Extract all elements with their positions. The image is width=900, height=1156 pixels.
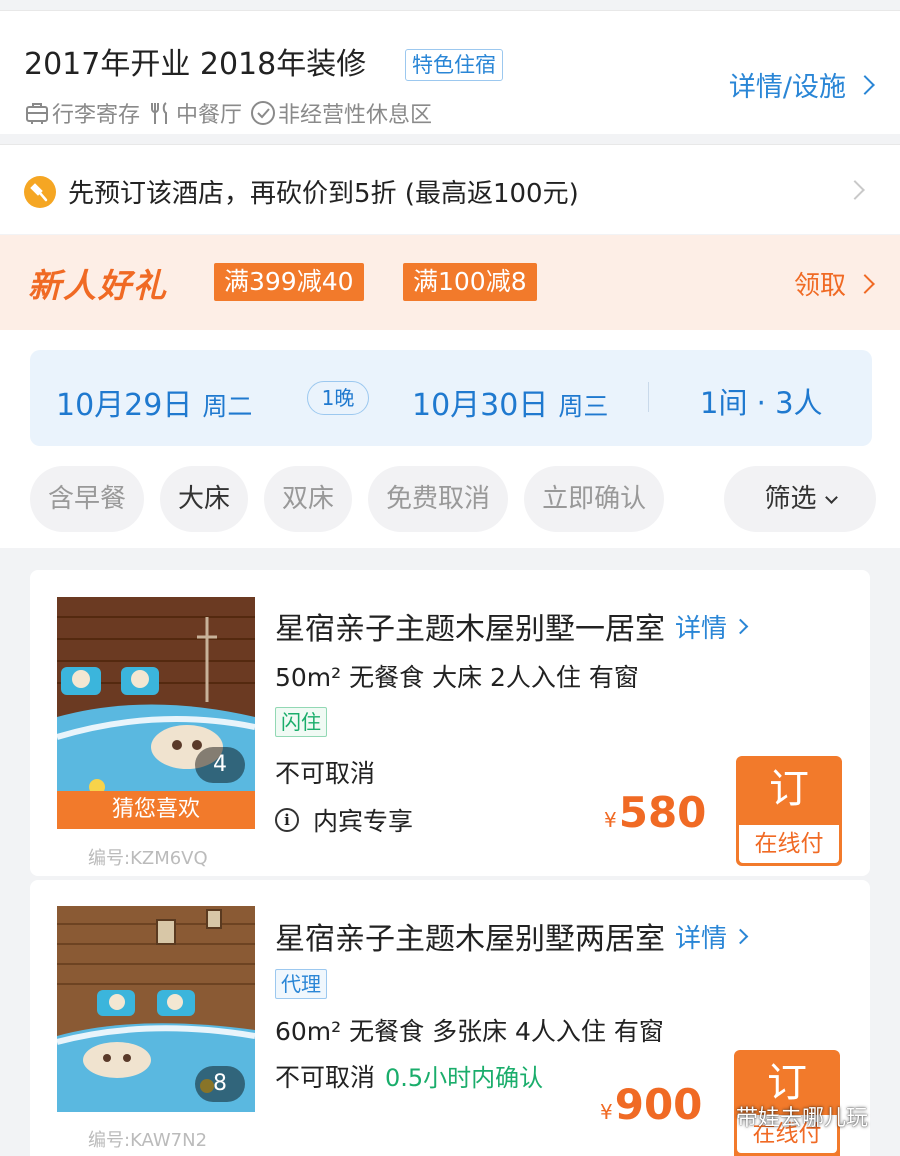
chevron-right-icon [732,618,749,634]
room-price: ¥900 [600,1080,702,1129]
cancel-policy-label: 不可取消 [275,1063,376,1092]
room-detail-label: 详情 [675,923,728,954]
chip-instant-confirm[interactable]: 立即确认 [524,466,665,532]
chip-breakfast[interactable]: 含早餐 [30,466,145,532]
facility-label: 中餐厅 [176,103,243,128]
facility-luggage: 行李寄存 [24,97,140,129]
flash-stay-badge: 闪住 [275,707,327,737]
chevron-down-icon [824,491,838,504]
room-detail-link[interactable]: 详情 [675,608,749,645]
price-value: 900 [614,1080,703,1129]
checkout-date[interactable]: 10月30日 周三 [412,380,608,424]
rooms-guests-selector[interactable]: 1间 · 3人 [700,380,823,422]
book-button[interactable]: 订 在线付 [736,756,842,866]
claim-gift-button[interactable]: 领取 [793,265,875,302]
currency-symbol: ¥ [600,1100,613,1124]
facility-rest-area: 非经营性休息区 [250,97,432,129]
chevron-right-icon [855,273,875,294]
coupon-100-8: 满100减8 [403,263,537,301]
nights-badge: 1晚 [307,381,369,415]
guess-you-like-label: 猜您喜欢 [57,791,255,829]
coupon-399-40: 满399减40 [214,263,364,301]
currency-symbol: ¥ [604,808,617,832]
room-detail-label: 详情 [675,613,728,644]
watermark: 带娃去哪儿玩 [700,1100,868,1132]
chip-free-cancel[interactable]: 免费取消 [368,466,509,532]
hotel-open-renovate-title: 2017年开业 2018年装修 [24,47,367,82]
agent-badge: 代理 [275,969,327,999]
facility-label: 非经营性休息区 [278,103,433,128]
new-user-gift-banner[interactable]: 新人好礼 满399减40 满100减8 领取 [0,235,900,330]
room-name-text: 星宿亲子主题木屋别墅一居室 [275,612,665,647]
domestic-exclusive-label: 内宾专享 [313,807,414,836]
room-name: 星宿亲子主题木屋别墅一居室 详情 [275,604,749,648]
luggage-icon [26,103,48,124]
filter-button[interactable]: 筛选 [724,466,876,532]
checkout-date-value: 10月30日 [412,388,549,423]
bargain-hammer-icon [24,176,56,208]
filter-label: 筛选 [764,484,817,514]
wechat-icon [701,1105,728,1127]
chip-king-bed[interactable]: 大床 [160,466,249,532]
room-spec: 60m² 无餐食 多张床 4人入住 有窗 [275,1017,664,1046]
photo-count-badge: 8 [195,1066,245,1102]
checkout-weekday: 周三 [558,392,609,421]
photo-count-badge: 4 [195,747,245,783]
room-code: 编号:KZM6VQ [88,848,208,869]
facility-list: 行李寄存 中餐厅 非经营性休息区 [24,97,440,129]
room-spec: 50m² 无餐食 大床 2人入住 有窗 [275,663,639,692]
details-facilities-link[interactable]: 详情/设施 [728,65,875,104]
room-photo[interactable]: 4 猜您喜欢 [57,597,255,829]
feature-tag: 特色住宿 [405,49,503,81]
room-card[interactable]: 4 猜您喜欢 编号:KZM6VQ 星宿亲子主题木屋别墅一居室 详情 50m² 无… [30,570,870,876]
date-selector[interactable]: 10月29日 周二 1晚 10月30日 周三 1间 · 3人 [30,350,872,446]
room-photo[interactable]: 8 [57,906,255,1112]
checkin-date-value: 10月29日 [56,388,193,423]
filter-chips: 含早餐 大床 双床 免费取消 立即确认 [30,466,680,532]
restaurant-icon [151,102,168,124]
new-user-gift-logo: 新人好礼 [28,266,168,305]
room-price: ¥580 [604,788,706,837]
room-code: 编号:KAW7N2 [88,1130,208,1151]
chip-twin-bed[interactable]: 双床 [264,466,353,532]
cancel-policy: 不可取消 [275,759,376,788]
watermark-text: 带娃去哪儿玩 [736,1106,869,1131]
confirm-time-label: 0.5小时内确认 [385,1064,544,1092]
facility-label: 行李寄存 [52,103,141,128]
date-filter-panel: 10月29日 周二 1晚 10月30日 周三 1间 · 3人 含早餐 大床 双床 免… [0,330,900,548]
details-facilities-label: 详情/设施 [728,72,846,103]
claim-label: 领取 [793,271,846,301]
facility-restaurant: 中餐厅 [148,97,242,129]
bargain-promo-row[interactable]: 先预订该酒店，再砍价到5折 (最高返100元) [0,144,900,234]
divider [648,382,649,412]
checkin-date[interactable]: 10月29日 周二 [56,380,252,424]
hotel-info-card[interactable]: 2017年开业 2018年装修 特色住宿 行李寄存 中餐厅 非经营性休息区 详情… [0,10,900,134]
chevron-right-icon [732,928,749,944]
room-name-text: 星宿亲子主题木屋别墅两居室 [275,922,665,957]
price-value: 580 [618,788,707,837]
room-detail-link[interactable]: 详情 [675,918,749,955]
check-circle-icon [251,101,276,125]
chevron-right-icon [855,74,875,95]
book-label: 订 [769,766,809,812]
bargain-promo-text: 先预订该酒店，再砍价到5折 (最高返100元) [68,179,579,209]
room-name: 星宿亲子主题木屋别墅两居室 详情 [275,914,749,958]
checkin-weekday: 周二 [202,392,253,421]
pay-online-label: 在线付 [739,825,839,863]
domestic-exclusive: i 内宾专享 [275,802,413,838]
cancel-policy: 不可取消 0.5小时内确认 [275,1058,543,1094]
info-icon: i [275,808,299,832]
chevron-right-icon [845,180,865,200]
